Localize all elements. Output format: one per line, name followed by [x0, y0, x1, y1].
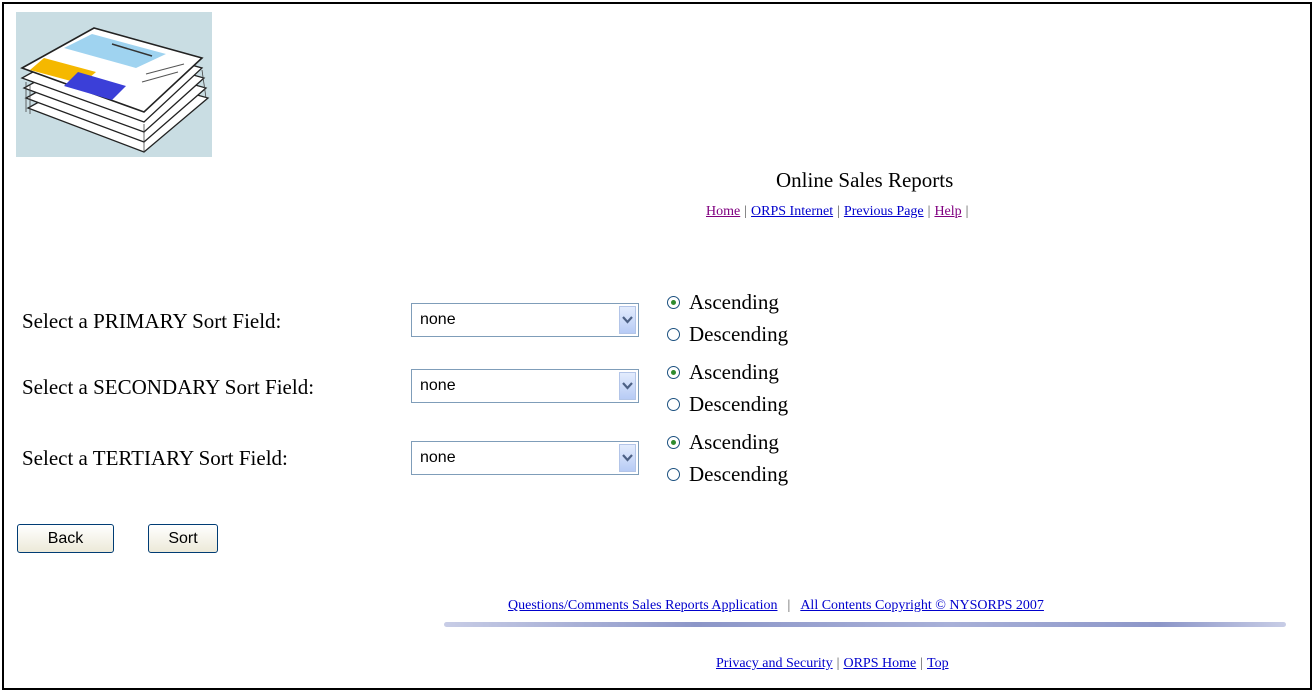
privacy-security-link[interactable]: Privacy and Security — [716, 656, 833, 671]
top-nav: Home | ORPS Internet | Previous Page | Help | — [706, 204, 972, 220]
nav-separator: | — [837, 204, 840, 219]
nav-home-link[interactable]: Home — [706, 204, 740, 219]
nav-separator: | — [927, 204, 931, 219]
primary-descending-label: Descending — [689, 322, 789, 346]
tertiary-ascending-option[interactable]: Ascending — [667, 430, 779, 455]
nav-previous-page-link[interactable]: Previous Page — [844, 204, 924, 219]
secondary-sort-label: Select a SECONDARY Sort Field: — [22, 375, 315, 399]
tertiary-ascending-radio[interactable] — [667, 436, 680, 449]
tertiary-sort-label: Select a TERTIARY Sort Field: — [22, 446, 288, 470]
footer-bottom-links: Privacy and Security | ORPS Home | Top — [716, 656, 949, 672]
chevron-down-icon[interactable] — [619, 306, 636, 334]
footer-divider — [444, 622, 1286, 627]
page-title: Online Sales Reports — [776, 168, 954, 192]
secondary-descending-option[interactable]: Descending — [667, 392, 788, 417]
orps-home-link[interactable]: ORPS Home — [843, 656, 916, 671]
footer-separator: | — [920, 656, 923, 671]
tertiary-descending-label: Descending — [689, 462, 789, 486]
secondary-descending-label: Descending — [689, 392, 789, 416]
primary-sort-select[interactable]: none — [411, 303, 639, 337]
secondary-ascending-option[interactable]: Ascending — [667, 360, 779, 385]
copyright-link[interactable]: All Contents Copyright © NYSORPS 2007 — [800, 598, 1044, 613]
top-link[interactable]: Top — [927, 656, 949, 671]
tertiary-ascending-label: Ascending — [689, 430, 779, 454]
tertiary-sort-value: none — [420, 449, 456, 466]
tertiary-descending-option[interactable]: Descending — [667, 462, 788, 487]
footer-separator: | — [836, 656, 840, 671]
primary-ascending-label: Ascending — [689, 290, 779, 314]
secondary-sort-select[interactable]: none — [411, 369, 639, 403]
nav-orps-internet-link[interactable]: ORPS Internet — [751, 204, 833, 219]
sort-button[interactable]: Sort — [148, 524, 218, 553]
back-button[interactable]: Back — [17, 524, 114, 553]
chevron-down-icon[interactable] — [619, 444, 636, 472]
nav-separator: | — [965, 204, 969, 219]
secondary-descending-radio[interactable] — [667, 398, 680, 411]
secondary-ascending-label: Ascending — [689, 360, 779, 384]
nav-separator: | — [744, 204, 748, 219]
questions-comments-link[interactable]: Questions/Comments Sales Reports Applica… — [508, 598, 778, 613]
secondary-sort-value: none — [420, 377, 456, 394]
footer-separator: | — [787, 598, 791, 613]
primary-ascending-option[interactable]: Ascending — [667, 290, 779, 315]
nav-help-link[interactable]: Help — [934, 204, 961, 219]
primary-descending-option[interactable]: Descending — [667, 322, 788, 347]
secondary-ascending-radio[interactable] — [667, 366, 680, 379]
footer-top-links: Questions/Comments Sales Reports Applica… — [508, 598, 1044, 614]
primary-descending-radio[interactable] — [667, 328, 680, 341]
primary-sort-value: none — [420, 311, 456, 328]
primary-sort-label: Select a PRIMARY Sort Field: — [22, 309, 282, 333]
chevron-down-icon[interactable] — [619, 372, 636, 400]
tertiary-sort-select[interactable]: none — [411, 441, 639, 475]
primary-ascending-radio[interactable] — [667, 296, 680, 309]
newspaper-stack-icon — [16, 12, 212, 157]
tertiary-descending-radio[interactable] — [667, 468, 680, 481]
